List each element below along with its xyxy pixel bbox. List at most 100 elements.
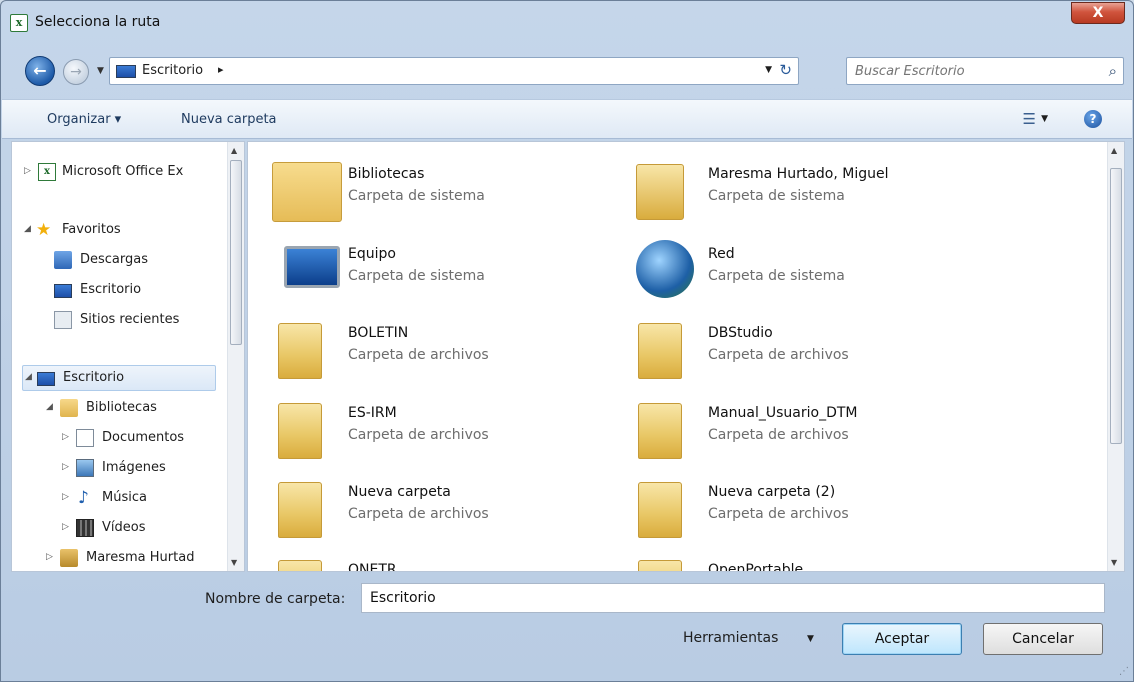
expand-icon[interactable]: ▷ [62, 492, 69, 502]
scroll-thumb[interactable] [230, 160, 242, 345]
item-name: ES-IRM [348, 405, 397, 421]
scroll-thumb[interactable] [1110, 168, 1122, 444]
command-bar: Organizar ▾ Nueva carpeta ☰ ▼ ? [2, 99, 1132, 139]
search-icon[interactable]: ⌕ [1109, 62, 1117, 80]
address-row: ← → ▼ Escritorio ▸ ▼ ↻ ⌕ [1, 45, 1133, 95]
scroll-up-icon[interactable]: ▲ [231, 146, 237, 155]
collapse-icon[interactable]: ◢ [25, 372, 32, 382]
item-type: Carpeta de archivos [348, 506, 489, 522]
star-icon: ★ [36, 220, 52, 240]
item-type: Carpeta de archivos [348, 427, 489, 443]
resize-grip-icon[interactable]: ⋰ [1119, 666, 1129, 677]
search-box[interactable]: ⌕ [846, 57, 1124, 85]
nav-item-label: Maresma Hurtad [86, 550, 195, 565]
forward-button[interactable]: → [63, 59, 89, 85]
dialog-window: x Selecciona la ruta X ← → ▼ Escritorio … [0, 0, 1134, 682]
list-item[interactable]: OpenPortable [608, 554, 948, 572]
expand-icon[interactable]: ▷ [24, 166, 31, 176]
nav-item-label: Microsoft Office Ex [62, 164, 184, 179]
nav-item-documentos[interactable]: ▷ Documentos [62, 426, 216, 452]
nav-item-favoritos[interactable]: ◢ ★ Favoritos [24, 218, 224, 244]
list-item[interactable]: Red Carpeta de sistema [608, 238, 948, 308]
search-input[interactable] [853, 62, 1083, 80]
folder-name-field[interactable] [361, 583, 1105, 613]
close-button[interactable]: X [1071, 2, 1125, 24]
nav-item-musica[interactable]: ▷ ♪ Música [62, 486, 216, 512]
navigation-pane: ▷ x Microsoft Office Ex ◢ ★ Favoritos De… [11, 141, 245, 572]
tools-button[interactable]: Herramientas [683, 630, 778, 646]
nav-item-office[interactable]: ▷ x Microsoft Office Ex [24, 160, 224, 186]
scroll-up-icon[interactable]: ▲ [1111, 146, 1117, 155]
expand-icon[interactable]: ▷ [62, 462, 69, 472]
network-icon [636, 240, 694, 298]
nav-item-descargas[interactable]: Descargas [24, 248, 224, 274]
cancel-button[interactable]: Cancelar [983, 623, 1103, 655]
list-item[interactable]: Nueva carpeta (2) Carpeta de archivos [608, 476, 948, 546]
list-item[interactable]: Maresma Hurtado, Miguel Carpeta de siste… [608, 158, 948, 228]
libraries-icon [60, 399, 78, 417]
item-type: Carpeta de archivos [708, 427, 849, 443]
refresh-icon[interactable]: ↻ [779, 61, 792, 79]
list-item[interactable]: DBStudio Carpeta de archivos [608, 317, 948, 387]
list-item[interactable]: Nueva carpeta Carpeta de archivos [248, 476, 588, 546]
collapse-icon[interactable]: ◢ [24, 224, 31, 234]
view-dropdown-icon[interactable]: ▼ [1041, 114, 1048, 124]
view-options-icon[interactable]: ☰ [1023, 110, 1036, 128]
user-folder-icon [636, 164, 684, 220]
organize-button[interactable]: Organizar ▾ [47, 112, 121, 127]
item-type: Carpeta de sistema [348, 188, 485, 204]
excel-icon: x [38, 163, 56, 181]
history-dropdown-icon[interactable]: ▼ [97, 66, 104, 76]
item-name: DBStudio [708, 325, 773, 341]
nav-item-bibliotecas[interactable]: ◢ Bibliotecas [46, 396, 216, 422]
address-bar[interactable]: Escritorio ▸ ▼ ↻ [109, 57, 799, 85]
nav-item-label: Descargas [80, 252, 149, 267]
list-item[interactable]: ONETR [248, 554, 588, 572]
nav-item-escritorio[interactable]: ◢ Escritorio [22, 365, 216, 391]
nav-item-label: Escritorio [63, 370, 125, 385]
nav-item-imagenes[interactable]: ▷ Imágenes [62, 456, 216, 482]
title-bar: x Selecciona la ruta X [1, 1, 1133, 45]
item-type: Carpeta de sistema [708, 268, 845, 284]
nav-item-videos[interactable]: ▷ Vídeos [62, 516, 216, 542]
folder-icon [278, 482, 322, 538]
help-icon[interactable]: ? [1084, 110, 1102, 128]
item-type: Carpeta de archivos [348, 347, 489, 363]
item-type: Carpeta de archivos [708, 506, 849, 522]
nav-item-label: Favoritos [62, 222, 121, 237]
item-type: Carpeta de sistema [708, 188, 845, 204]
folder-icon [278, 323, 322, 379]
accept-button[interactable]: Aceptar [842, 623, 962, 655]
scroll-down-icon[interactable]: ▼ [1111, 558, 1117, 567]
folder-name-label: Nombre de carpeta: [205, 591, 346, 607]
expand-icon[interactable]: ▷ [46, 552, 53, 562]
main-scrollbar[interactable]: ▲ ▼ [1107, 142, 1124, 571]
item-name: Equipo [348, 246, 396, 262]
back-button[interactable]: ← [25, 56, 55, 86]
scroll-down-icon[interactable]: ▼ [231, 558, 237, 567]
item-name: ONETR [348, 562, 397, 572]
expand-icon[interactable]: ▷ [62, 432, 69, 442]
list-item[interactable]: Manual_Usuario_DTM Carpeta de archivos [608, 397, 948, 467]
nav-item-label: Vídeos [102, 520, 146, 535]
item-name: Manual_Usuario_DTM [708, 405, 858, 421]
breadcrumb-separator-icon[interactable]: ▸ [218, 63, 224, 76]
new-folder-button[interactable]: Nueva carpeta [181, 112, 277, 127]
item-name: OpenPortable [708, 562, 804, 572]
address-dropdown-icon[interactable]: ▼ [765, 65, 772, 75]
item-name: Nueva carpeta (2) [708, 484, 836, 500]
collapse-icon[interactable]: ◢ [46, 402, 53, 412]
nav-scrollbar[interactable]: ▲ ▼ [227, 142, 244, 571]
list-item[interactable]: Equipo Carpeta de sistema [248, 238, 588, 308]
folder-icon [278, 560, 322, 571]
tools-dropdown-icon[interactable]: ▼ [807, 634, 814, 644]
nav-item-label: Escritorio [80, 282, 142, 297]
nav-item-sitios-recientes[interactable]: Sitios recientes [24, 308, 224, 334]
expand-icon[interactable]: ▷ [62, 522, 69, 532]
nav-item-maresma[interactable]: ▷ Maresma Hurtad [46, 546, 216, 571]
list-item[interactable]: BOLETIN Carpeta de archivos [248, 317, 588, 387]
nav-item-escritorio-fav[interactable]: Escritorio [24, 278, 224, 304]
list-item[interactable]: ES-IRM Carpeta de archivos [248, 397, 588, 467]
breadcrumb-escritorio[interactable]: Escritorio [142, 63, 203, 78]
list-item[interactable]: Bibliotecas Carpeta de sistema [248, 158, 588, 228]
